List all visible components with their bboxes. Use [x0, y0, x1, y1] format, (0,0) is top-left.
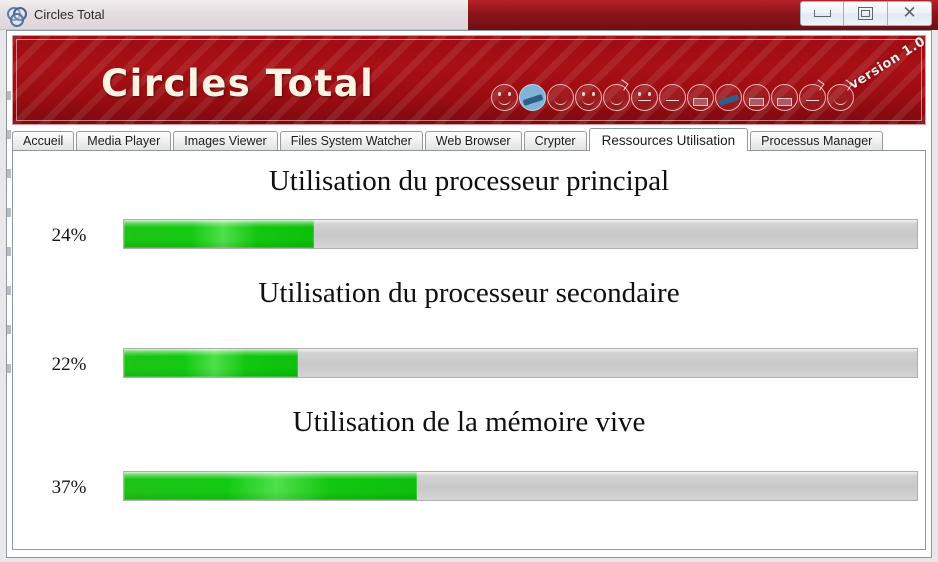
tab-label: Crypter: [534, 134, 576, 148]
minimize-button[interactable]: [800, 1, 844, 26]
maximize-button[interactable]: [844, 1, 888, 26]
smiley-battery-icon: [771, 84, 798, 111]
main-window-frame: Circles Total version 1.0 Accueil Media …: [6, 30, 932, 558]
smiley-wink-icon: [547, 84, 574, 111]
smiley-bar2-icon: [743, 84, 770, 111]
tab-processus-manager[interactable]: Processus Manager: [750, 131, 884, 150]
cpu-secondary-title: Utilisation du processeur secondaire: [258, 277, 680, 309]
tab-media-player[interactable]: Media Player: [76, 131, 172, 150]
close-icon: ✕: [902, 3, 917, 23]
application-window: Circles Total ✕ Circles Total version 1.…: [0, 0, 938, 562]
tab-files-system-watcher[interactable]: Files System Watcher: [279, 131, 423, 150]
tab-crypter[interactable]: Crypter: [523, 131, 587, 150]
os-title-bar: Circles Total ✕: [0, 0, 938, 30]
banner-icon-strip: [491, 79, 854, 111]
tab-ressources-utilisation[interactable]: Ressources Utilisation: [588, 128, 749, 151]
smiley-neutral-icon: [659, 84, 686, 111]
smiley-slash-icon: [715, 84, 742, 111]
cpu-secondary-progress-fill: [124, 349, 299, 377]
tab-web-browser[interactable]: Web Browser: [424, 131, 522, 150]
smiley-grin-icon: [575, 84, 602, 111]
cpu-primary-progressbar: [123, 219, 918, 249]
memory-progress-fill: [124, 472, 418, 500]
memory-title: Utilisation de la mémoire vive: [292, 406, 646, 438]
app-brand-title: Circles Total: [101, 62, 375, 105]
cpu-primary-progress-fill: [124, 220, 315, 248]
tab-label: Media Player: [87, 134, 161, 148]
smiley-tongue-icon: [603, 79, 630, 111]
smiley-sad-icon: [827, 79, 854, 111]
circles-logo-icon: [6, 5, 27, 27]
version-label: version 1.0: [846, 35, 926, 93]
tab-label: Accueil: [23, 134, 64, 148]
title-bar-left-region: Circles Total: [0, 0, 468, 30]
maximize-icon: [858, 7, 873, 20]
memory-progressbar: [123, 471, 918, 501]
smiley-clock-icon: [799, 79, 826, 111]
tab-bar: Accueil Media Player Images Viewer Files…: [12, 128, 926, 151]
close-button[interactable]: ✕: [888, 1, 932, 26]
smiley-wide-eyes-icon: [631, 84, 658, 111]
app-header-banner: Circles Total version 1.0: [12, 35, 926, 125]
window-title: Circles Total: [34, 7, 105, 22]
memory-percent-label: 37%: [51, 477, 87, 498]
tab-label: Web Browser: [435, 134, 511, 148]
cpu-primary-percent-label: 24%: [51, 225, 87, 246]
minimize-icon: [813, 10, 831, 17]
tab-images-viewer[interactable]: Images Viewer: [173, 131, 278, 150]
tab-label: Processus Manager: [761, 134, 873, 148]
ressources-utilisation-panel: Utilisation du processeur principal 24% …: [12, 150, 926, 550]
tab-label: Files System Watcher: [290, 134, 412, 148]
window-edge-marks: [7, 91, 11, 511]
tab-label: Images Viewer: [184, 134, 267, 148]
window-controls: ✕: [800, 1, 932, 27]
smiley-bar-icon: [687, 84, 714, 111]
tab-label: Ressources Utilisation: [601, 132, 736, 148]
smiley-happy-icon: [491, 84, 518, 111]
cpu-secondary-percent-label: 22%: [51, 354, 87, 375]
cpu-primary-title: Utilisation du processeur principal: [268, 165, 670, 197]
smiley-blue-icon: [519, 84, 546, 111]
cpu-secondary-progressbar: [123, 348, 918, 378]
tab-accueil[interactable]: Accueil: [12, 131, 75, 150]
